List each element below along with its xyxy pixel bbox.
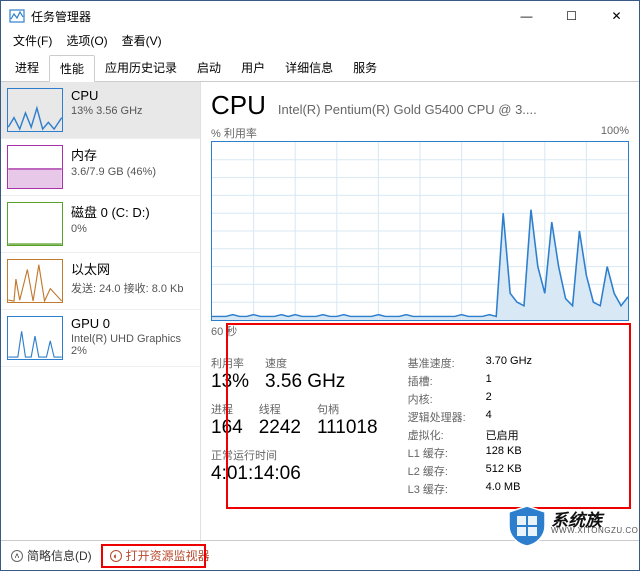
watermark-url: WWW.XITONGZU.COM (551, 526, 640, 535)
detail-handle: 111018 (317, 417, 378, 439)
menu-options[interactable]: 选项(O) (60, 31, 113, 51)
detail-uptime: 4:01:14:06 (211, 463, 378, 485)
detail-speed-label: 速度 (265, 355, 345, 371)
spec-virt-label: 虚拟化: (408, 427, 478, 443)
close-button[interactable]: ✕ (594, 1, 639, 31)
spec-virt: 已启用 (486, 427, 519, 443)
detail-thread-label: 线程 (259, 401, 301, 417)
sidebar-item-cpu[interactable]: CPU 13% 3.56 GHz (1, 82, 200, 139)
sidebar-item-ethernet[interactable]: 以太网 发送: 24.0 接收: 8.0 Kb (1, 253, 200, 310)
tabstrip: 进程 性能 应用历史记录 启动 用户 详细信息 服务 (1, 51, 639, 82)
spec-l3: 4.0 MB (486, 481, 521, 497)
chart-scale-max: 100% (601, 125, 629, 141)
sidebar-item-gpu[interactable]: GPU 0 Intel(R) UHD Graphics 2% (1, 310, 200, 367)
spec-logical-label: 逻辑处理器: (408, 409, 478, 425)
sidebar-memory-sub: 3.6/7.9 GB (46%) (71, 166, 194, 178)
chart-util-label: % 利用率 (211, 125, 257, 141)
sidebar-gpu-sub1: Intel(R) UHD Graphics (71, 333, 194, 345)
open-resmon-label: 打开资源监视器 (126, 547, 210, 564)
sidebar-ethernet-sub: 发送: 24.0 接收: 8.0 Kb (71, 280, 194, 296)
tab-app-history[interactable]: 应用历史记录 (95, 55, 187, 81)
window-title: 任务管理器 (31, 8, 504, 25)
tab-startup[interactable]: 启动 (187, 55, 231, 81)
spec-l2-label: L2 缓存: (408, 463, 478, 479)
main-panel: CPU Intel(R) Pentium(R) Gold G5400 CPU @… (201, 82, 639, 542)
titlebar: 任务管理器 ― ☐ ✕ (1, 1, 639, 31)
main-subtitle: Intel(R) Pentium(R) Gold G5400 CPU @ 3..… (278, 102, 629, 117)
chevron-up-icon: ˄ (11, 550, 23, 562)
watermark-shield-icon (505, 504, 549, 548)
sidebar-memory-name: 内存 (71, 145, 194, 164)
spec-l2: 512 KB (486, 463, 522, 479)
tab-performance[interactable]: 性能 (49, 55, 95, 82)
menubar: 文件(F) 选项(O) 查看(V) (1, 31, 639, 51)
watermark: 系统族 WWW.XITONGZU.COM (505, 502, 633, 550)
detail-uptime-label: 正常运行时间 (211, 447, 378, 463)
sidebar-gpu-sub2: 2% (71, 345, 194, 357)
sidebar-disk-sub: 0% (71, 223, 194, 235)
maximize-button[interactable]: ☐ (549, 1, 594, 31)
spec-cores-label: 内核: (408, 391, 478, 407)
sidebar-ethernet-name: 以太网 (71, 259, 194, 278)
spec-l3-label: L3 缓存: (408, 481, 478, 497)
detail-proc: 164 (211, 417, 243, 439)
tab-details[interactable]: 详细信息 (275, 55, 343, 81)
sidebar-gpu-name: GPU 0 (71, 316, 194, 331)
detail-util: 13% (211, 371, 249, 393)
tab-processes[interactable]: 进程 (5, 55, 49, 81)
menu-file[interactable]: 文件(F) (7, 31, 58, 51)
spec-sockets: 1 (486, 373, 492, 389)
cpu-chart (211, 141, 629, 321)
spec-l1-label: L1 缓存: (408, 445, 478, 461)
fewer-details-link[interactable]: ˄ 简略信息(D) (11, 547, 92, 564)
spec-cores: 2 (486, 391, 492, 407)
sidebar-disk-name: 磁盘 0 (C: D:) (71, 202, 194, 221)
menu-view[interactable]: 查看(V) (116, 31, 168, 51)
detail-handle-label: 句柄 (317, 401, 378, 417)
sidebar-item-memory[interactable]: 内存 3.6/7.9 GB (46%) (1, 139, 200, 196)
spec-l1: 128 KB (486, 445, 522, 461)
tab-services[interactable]: 服务 (343, 55, 387, 81)
chart-time-label: 60 秒 (211, 323, 629, 339)
spec-basespeed: 3.70 GHz (486, 355, 532, 371)
sidebar-cpu-name: CPU (71, 88, 194, 103)
main-title: CPU (211, 90, 266, 121)
resmon-icon: ◐ (110, 550, 122, 562)
spec-logical: 4 (486, 409, 492, 425)
detail-proc-label: 进程 (211, 401, 243, 417)
detail-util-label: 利用率 (211, 355, 249, 371)
minimize-button[interactable]: ― (504, 1, 549, 31)
sidebar: CPU 13% 3.56 GHz 内存 3.6/7.9 GB (46%) 磁盘 … (1, 82, 201, 542)
spec-basespeed-label: 基准速度: (408, 355, 478, 371)
detail-thread: 2242 (259, 417, 301, 439)
open-resmon-link[interactable]: ◐ 打开资源监视器 (110, 547, 210, 564)
tab-users[interactable]: 用户 (231, 55, 275, 81)
app-icon (9, 8, 25, 24)
spec-sockets-label: 插槽: (408, 373, 478, 389)
detail-speed: 3.56 GHz (265, 371, 345, 393)
sidebar-item-disk[interactable]: 磁盘 0 (C: D:) 0% (1, 196, 200, 253)
sidebar-cpu-sub: 13% 3.56 GHz (71, 105, 194, 117)
fewer-details-label: 简略信息(D) (27, 547, 92, 564)
